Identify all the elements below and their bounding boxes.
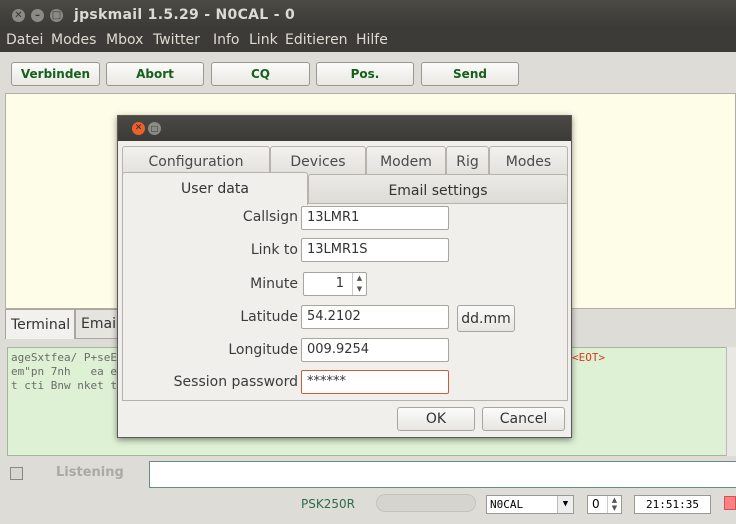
tab-email-settings[interactable]: Email settings	[308, 174, 568, 206]
send-button[interactable]: Send	[421, 62, 519, 86]
spinner-arrows-icon[interactable]: ▲ ▼	[607, 496, 621, 513]
callsign-select[interactable]: N0CAL ▼	[486, 495, 574, 514]
user-data-panel: Callsign 13LMR1 Link to 13LMR1S Minute 1…	[122, 203, 568, 401]
menu-hilfe[interactable]: Hilfe	[356, 32, 388, 48]
chevron-down-icon[interactable]: ▼	[557, 496, 573, 513]
callsign-label: Callsign	[242, 209, 298, 225]
listening-label: Listening	[56, 465, 124, 480]
mode-label: PSK250R	[301, 497, 355, 511]
terminal-line: ageSxtfea/ P+seE	[11, 351, 117, 364]
clock: 21:51:35	[634, 495, 711, 514]
listening-checkbox[interactable]	[10, 467, 23, 480]
callsign-field[interactable]: 13LMR1	[301, 206, 449, 230]
terminal-line: em"pn 7nh ea e	[11, 365, 117, 378]
longitude-field[interactable]: 009.9254	[301, 338, 449, 362]
cancel-button[interactable]: Cancel	[482, 407, 565, 431]
latitude-label: Latitude	[240, 309, 298, 325]
tab-user-data[interactable]: User data	[122, 172, 308, 205]
channel-spinner[interactable]: 0 ▲ ▼	[587, 495, 622, 514]
window-title: jpskmail 1.5.29 - N0CAL - 0	[74, 7, 296, 23]
menu-editieren[interactable]: Editieren	[285, 32, 348, 48]
minute-stepper[interactable]: 1 ▲ ▼	[303, 272, 367, 296]
maximize-icon[interactable]: □	[50, 9, 63, 22]
menu-mbox[interactable]: Mbox	[106, 32, 143, 48]
close-icon[interactable]: ✕	[12, 9, 25, 22]
minimize-icon[interactable]: –	[31, 9, 44, 22]
connect-button[interactable]: Verbinden	[11, 62, 100, 86]
menu-link[interactable]: Link	[249, 32, 278, 48]
toolbar: Verbinden Abort CQ Pos. Send	[0, 52, 736, 92]
menu-info[interactable]: Info	[213, 32, 240, 48]
terminal-scrollbar[interactable]	[726, 347, 736, 456]
eot-marker: <EOT>	[572, 351, 606, 364]
close-icon[interactable]: ✕	[132, 122, 145, 135]
window-titlebar: ✕ – □ jpskmail 1.5.29 - N0CAL - 0	[0, 0, 736, 30]
maximize-icon[interactable]: □	[148, 122, 161, 135]
tab-rig[interactable]: Rig	[446, 146, 489, 176]
menu-modes[interactable]: Modes	[51, 32, 96, 48]
linkto-field[interactable]: 13LMR1S	[301, 238, 449, 262]
tab-modes[interactable]: Modes	[489, 146, 568, 176]
linkto-label: Link to	[250, 242, 298, 258]
terminal-line: t cti Bnw nket t	[11, 379, 117, 392]
ok-button[interactable]: OK	[397, 407, 475, 431]
menu-datei[interactable]: Datei	[6, 32, 43, 48]
cq-button[interactable]: CQ	[211, 62, 310, 86]
progress-bar	[376, 494, 476, 512]
tab-modem[interactable]: Modem	[366, 146, 446, 176]
longitude-label: Longitude	[228, 342, 298, 358]
tab-email[interactable]: Email	[75, 309, 120, 339]
minute-value: 1	[335, 276, 344, 291]
status-indicator	[724, 496, 736, 510]
format-toggle-button[interactable]: dd.mm	[457, 305, 515, 332]
latitude-field[interactable]: 54.2102	[301, 305, 449, 329]
menu-bar: Datei Modes Mbox Twitter Info Link Editi…	[0, 30, 736, 52]
tab-terminal[interactable]: Terminal	[5, 309, 75, 339]
menu-twitter[interactable]: Twitter	[153, 32, 200, 48]
callsign-value: N0CAL	[490, 498, 524, 511]
password-field[interactable]: ******	[301, 370, 449, 394]
abort-button[interactable]: Abort	[106, 62, 204, 86]
password-label: Session password	[173, 374, 298, 390]
position-button[interactable]: Pos.	[316, 62, 414, 86]
minute-label: Minute	[250, 276, 298, 292]
settings-dialog: ✕ □ Configuration Devices Modem Rig Mode…	[117, 115, 572, 438]
channel-value: 0	[592, 497, 600, 511]
dialog-titlebar: ✕ □	[118, 116, 571, 141]
spinner-arrows-icon[interactable]: ▲ ▼	[352, 273, 366, 295]
command-input[interactable]	[149, 461, 736, 488]
